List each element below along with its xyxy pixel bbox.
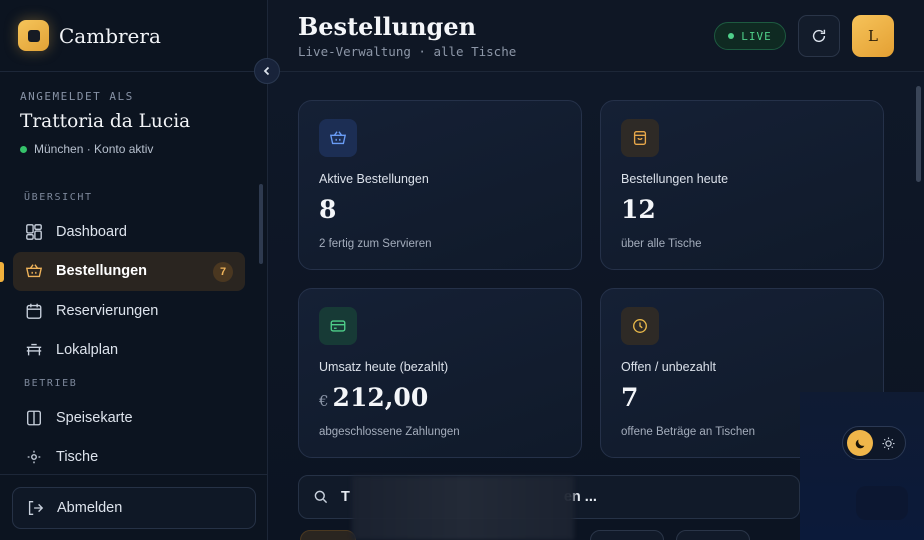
sidebar-scrollbar[interactable] <box>259 176 263 472</box>
sidebar-footer: Abmelden <box>0 474 268 540</box>
sidebar-item-lokalplan[interactable]: Lokalplan <box>13 331 245 371</box>
live-dot-icon <box>728 33 735 39</box>
card-label: Offen / unbezahlt <box>621 360 716 374</box>
card-icon-wrapper <box>319 119 357 157</box>
logout-label: Abmelden <box>57 500 123 516</box>
redacted-region <box>352 476 574 540</box>
card-subtext: über alle Tische <box>621 238 702 250</box>
page-header: Bestellungen Live-Verwaltung · alle Tisc… <box>268 0 924 72</box>
credit-card-icon <box>330 320 346 332</box>
moon-icon[interactable] <box>847 430 873 456</box>
sidebar-item-label: Dashboard <box>56 223 127 240</box>
card-label: Bestellungen heute <box>621 172 729 186</box>
live-label: LIVE <box>741 29 772 43</box>
sidebar-item-label: Bestellungen <box>56 263 148 280</box>
clock-icon <box>633 319 647 333</box>
account-status: München · Konto aktiv <box>20 142 247 156</box>
floating-action-button[interactable] <box>856 486 908 520</box>
sidebar-scrollbar-thumb[interactable] <box>259 184 263 264</box>
dashboard-icon <box>26 223 42 240</box>
filter-chip[interactable] <box>590 530 664 540</box>
collapse-sidebar-button[interactable] <box>254 58 280 84</box>
brand-logo-icon <box>18 20 49 51</box>
sidebar-nav: ÜBERSICHT Dashboard Bestellungen 7 Reser… <box>0 186 258 472</box>
card-value: 8 <box>319 195 337 224</box>
sidebar-item-label: Reservierungen <box>56 302 159 319</box>
sidebar-item-label: Lokalplan <box>56 342 119 359</box>
logout-icon <box>28 501 44 515</box>
account-status-text: München · Konto aktiv <box>34 142 154 156</box>
card-subtext: offene Beträge an Tischen <box>621 426 756 438</box>
live-status-badge: LIVE <box>714 22 786 50</box>
card-icon-wrapper <box>621 119 659 157</box>
section-label-operations: BETRIEB <box>24 377 78 389</box>
currency-symbol: € <box>319 392 329 410</box>
logout-button[interactable]: Abmelden <box>12 487 256 529</box>
refresh-icon <box>812 29 826 43</box>
sidebar: Cambrera ANGEMELDET ALS Trattoria da Luc… <box>0 0 268 540</box>
sidebar-item-dashboard[interactable]: Dashboard <box>13 212 245 252</box>
filter-chip[interactable] <box>300 530 356 540</box>
card-icon-wrapper <box>319 307 357 345</box>
sidebar-item-label: Tische <box>56 449 99 466</box>
page-title: Bestellungen <box>298 12 477 41</box>
sidebar-item-reservierungen[interactable]: Reservierungen <box>13 291 245 331</box>
refresh-button[interactable] <box>798 15 840 57</box>
theme-toggle[interactable] <box>842 426 906 460</box>
basket-icon <box>329 131 347 145</box>
basket-icon <box>25 264 43 278</box>
calendar-icon <box>26 303 42 319</box>
card-value: 12 <box>621 195 656 224</box>
menu-book-icon <box>27 410 41 426</box>
search-icon <box>314 490 328 504</box>
page-subtitle: Live-Verwaltung · alle Tische <box>298 44 517 59</box>
stat-card-orders-today: Bestellungen heute 12 über alle Tische <box>600 100 884 270</box>
account-name: Trattoria da Lucia <box>20 111 191 132</box>
sidebar-item-bestellungen[interactable]: Bestellungen 7 <box>0 251 245 291</box>
status-dot-icon <box>20 145 27 153</box>
account-label: ANGEMELDET ALS <box>20 90 134 103</box>
user-avatar[interactable]: L <box>852 15 894 57</box>
tables-icon <box>27 450 41 464</box>
table-icon <box>26 344 42 356</box>
stat-card-active-orders: Aktive Bestellungen 8 2 fertig zum Servi… <box>298 100 582 270</box>
card-value: €212,00 <box>319 383 428 412</box>
filter-chip[interactable] <box>676 530 750 540</box>
card-icon-wrapper <box>621 307 659 345</box>
stat-card-revenue-today: Umsatz heute (bezahlt) €212,00 abgeschlo… <box>298 288 582 458</box>
brand[interactable]: Cambrera <box>0 0 267 72</box>
card-label: Aktive Bestellungen <box>319 172 429 186</box>
card-value-amount: 212,00 <box>332 383 429 412</box>
card-label: Umsatz heute (bezahlt) <box>319 360 449 374</box>
chevron-left-icon <box>263 66 270 76</box>
sidebar-item-tische[interactable]: Tische <box>13 438 245 473</box>
sidebar-item-speisekarte[interactable]: Speisekarte <box>13 398 245 438</box>
card-subtext: 2 fertig zum Servieren <box>319 238 432 250</box>
card-subtext: abgeschlossene Zahlungen <box>319 426 460 438</box>
orders-count-badge: 7 <box>213 261 233 282</box>
account-info: ANGEMELDET ALS Trattoria da Lucia Münche… <box>0 72 267 156</box>
brand-name: Cambrera <box>59 23 161 48</box>
card-value: 7 <box>621 383 639 412</box>
main-scrollbar-thumb[interactable] <box>916 86 921 182</box>
sun-icon[interactable] <box>881 436 896 451</box>
section-label-overview: ÜBERSICHT <box>24 191 93 203</box>
search-text-start: T <box>341 489 350 505</box>
bag-icon <box>633 131 647 145</box>
sidebar-item-label: Speisekarte <box>56 409 133 426</box>
